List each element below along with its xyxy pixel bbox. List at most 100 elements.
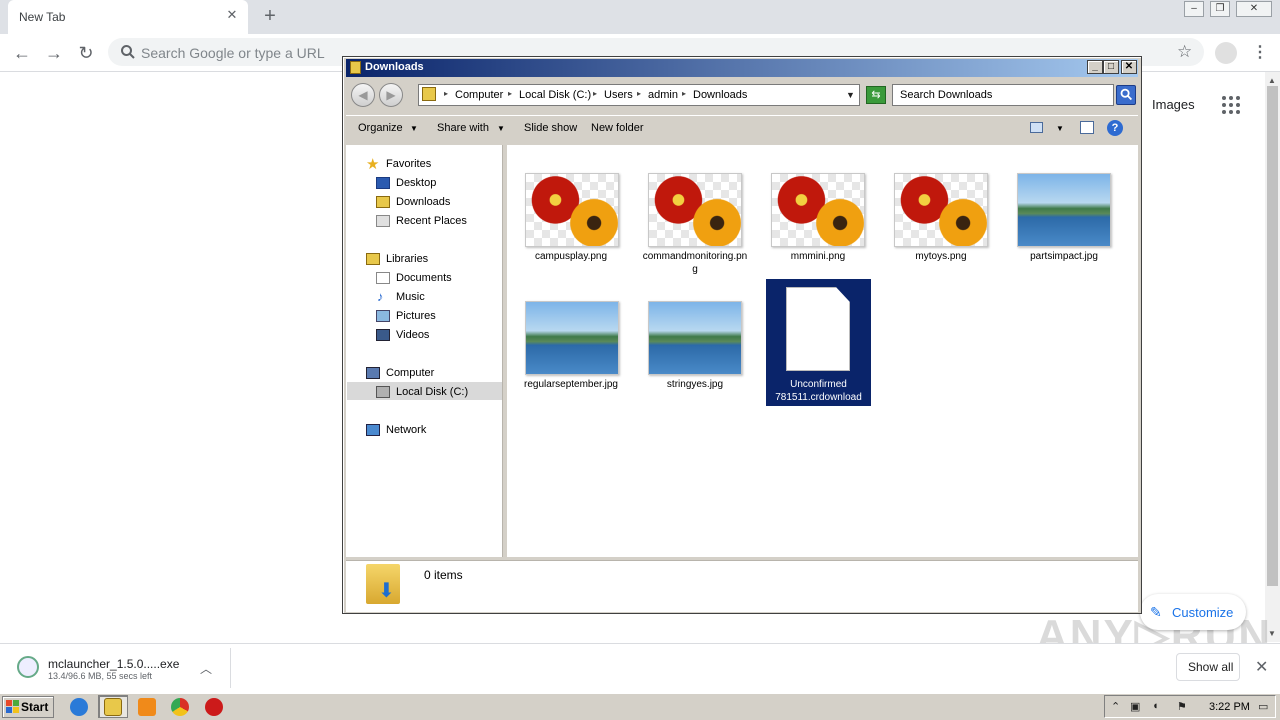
file-name-unconfirmed[interactable]: Unconfirmed 781511.crdownload xyxy=(766,378,871,404)
file-name-campusplay[interactable]: campusplay.png xyxy=(517,250,625,263)
chevron-up-icon[interactable]: ︿ xyxy=(200,660,212,677)
network-tray-icon[interactable]: ▣ xyxy=(1130,700,1140,713)
search-button-icon[interactable] xyxy=(1116,85,1136,105)
nav-local-disk[interactable]: Local Disk (C:) xyxy=(396,386,468,398)
nav-videos[interactable]: Videos xyxy=(396,329,429,341)
search-icon xyxy=(121,45,135,59)
change-view-icon[interactable] xyxy=(1030,122,1043,133)
explorer-minimize-icon[interactable]: _ xyxy=(1087,60,1103,74)
close-shelf-icon[interactable]: ✕ xyxy=(1255,657,1268,677)
file-name-partsimpact[interactable]: partsimpact.jpg xyxy=(1010,250,1118,263)
breadcrumb-local-disk[interactable]: Local Disk (C:) xyxy=(519,89,591,101)
scrollbar-thumb[interactable] xyxy=(1267,86,1278,586)
new-folder-button[interactable]: New folder xyxy=(591,122,644,134)
back-icon[interactable]: ← xyxy=(11,42,33,64)
start-label: Start xyxy=(21,700,49,714)
dropdown-arrow-icon[interactable]: ▼ xyxy=(410,124,418,133)
search-placeholder: Search Downloads xyxy=(900,89,993,101)
forward-icon[interactable]: → xyxy=(43,42,65,64)
nav-network[interactable]: Network xyxy=(386,424,426,436)
explorer-close-icon[interactable]: ✕ xyxy=(1121,60,1137,74)
download-file-name[interactable]: mclauncher_1.5.0.....exe xyxy=(48,657,179,671)
share-with-button[interactable]: Share with xyxy=(437,122,489,134)
nav-pictures[interactable]: Pictures xyxy=(396,310,436,322)
breadcrumb-arrow-icon[interactable]: ▸ xyxy=(593,89,597,98)
dropdown-arrow-icon[interactable]: ▼ xyxy=(497,124,505,133)
explorer-titlebar[interactable] xyxy=(346,59,1138,77)
tray-expand-icon[interactable]: ⌃ xyxy=(1111,700,1120,713)
nav-libraries[interactable]: Libraries xyxy=(386,253,428,265)
nav-computer[interactable]: Computer xyxy=(386,367,434,379)
refresh-icon[interactable]: ⇆ xyxy=(866,86,886,104)
taskbar xyxy=(0,693,1280,720)
help-icon[interactable]: ? xyxy=(1107,120,1123,136)
breadcrumb-arrow-icon[interactable]: ▸ xyxy=(444,89,448,98)
explorer-back-icon[interactable]: ◀ xyxy=(351,83,375,107)
restore-icon[interactable]: ❐ xyxy=(1210,1,1230,17)
images-link[interactable]: Images xyxy=(1152,97,1195,112)
windows-logo-icon xyxy=(6,700,19,713)
file-name-regularseptember[interactable]: regularseptember.jpg xyxy=(517,378,625,391)
breadcrumb-computer[interactable]: Computer xyxy=(455,89,503,101)
chrome-icon[interactable] xyxy=(171,698,189,716)
minimize-icon[interactable]: – xyxy=(1184,1,1204,17)
pencil-icon: ✎ xyxy=(1150,604,1162,620)
reload-icon[interactable]: ↻ xyxy=(75,42,97,64)
menu-icon[interactable]: ⋮ xyxy=(1252,42,1268,62)
nav-music[interactable]: Music xyxy=(396,291,425,303)
download-status: 13.4/96.6 MB, 55 secs left xyxy=(48,671,153,681)
breadcrumb-downloads[interactable]: Downloads xyxy=(693,89,747,101)
show-desktop-icon[interactable]: ▭ xyxy=(1258,700,1268,713)
explorer-forward-icon[interactable]: ▶ xyxy=(379,83,403,107)
file-name-mmmini[interactable]: mmmini.png xyxy=(764,250,872,263)
nav-downloads[interactable]: Downloads xyxy=(396,196,450,208)
close-window-icon[interactable]: ✕ xyxy=(1236,1,1272,17)
nav-favorites[interactable]: Favorites xyxy=(386,158,431,170)
volume-icon[interactable]: ◖ xyxy=(1152,700,1159,712)
bookmark-star-icon[interactable]: ☆ xyxy=(1177,42,1192,62)
scroll-up-icon[interactable]: ▲ xyxy=(1268,76,1276,85)
breadcrumb-admin[interactable]: admin xyxy=(648,89,678,101)
local-disk-icon xyxy=(376,386,390,398)
profile-avatar-icon[interactable] xyxy=(1215,42,1237,64)
slide-show-button[interactable]: Slide show xyxy=(524,122,577,134)
file-name-commandmonitoring[interactable]: commandmonitoring.png xyxy=(641,250,749,276)
address-dropdown-icon[interactable]: ▼ xyxy=(846,90,855,100)
file-thumbnail-regularseptember[interactable] xyxy=(525,301,619,375)
file-thumbnail-partsimpact[interactable] xyxy=(1017,173,1111,247)
file-name-mytoys[interactable]: mytoys.png xyxy=(887,250,995,263)
tab-close-icon[interactable]: ✕ xyxy=(224,7,240,23)
divider xyxy=(230,648,231,688)
desktop-icon xyxy=(376,177,390,189)
breadcrumb-arrow-icon[interactable]: ▸ xyxy=(637,89,641,98)
explorer-maximize-icon[interactable]: □ xyxy=(1103,60,1119,74)
nav-recent-places[interactable]: Recent Places xyxy=(396,215,467,227)
explorer-title: Downloads xyxy=(365,61,424,73)
new-tab-button[interactable]: + xyxy=(260,5,280,27)
preview-pane-icon[interactable] xyxy=(1080,121,1094,134)
items-count: 0 items xyxy=(424,568,463,582)
apps-grid-icon[interactable] xyxy=(1222,96,1240,114)
file-name-stringyes[interactable]: stringyes.jpg xyxy=(641,378,749,391)
file-thumbnail-stringyes[interactable] xyxy=(648,301,742,375)
network-icon xyxy=(366,424,380,436)
internet-explorer-icon[interactable] xyxy=(70,698,88,716)
stop-sign-icon[interactable] xyxy=(205,698,223,716)
action-center-flag-icon[interactable]: ⚑ xyxy=(1177,700,1187,713)
blank-document-icon[interactable] xyxy=(786,287,850,371)
address-folder-icon xyxy=(422,87,436,101)
breadcrumb-users[interactable]: Users xyxy=(604,89,633,101)
nav-desktop[interactable]: Desktop xyxy=(396,177,436,189)
file-thumbnail-mytoys[interactable] xyxy=(894,173,988,247)
clock[interactable]: 3:22 PM xyxy=(1209,701,1250,713)
file-thumbnail-campusplay[interactable] xyxy=(525,173,619,247)
organize-button[interactable]: Organize xyxy=(358,122,403,134)
breadcrumb-arrow-icon[interactable]: ▸ xyxy=(682,89,686,98)
media-player-icon[interactable] xyxy=(138,698,156,716)
breadcrumb-arrow-icon[interactable]: ▸ xyxy=(508,89,512,98)
file-thumbnail-mmmini[interactable] xyxy=(771,173,865,247)
favorites-star-icon: ★ xyxy=(366,156,380,173)
nav-documents[interactable]: Documents xyxy=(396,272,452,284)
file-thumbnail-commandmonitoring[interactable] xyxy=(648,173,742,247)
view-dropdown-icon[interactable]: ▼ xyxy=(1056,124,1064,133)
